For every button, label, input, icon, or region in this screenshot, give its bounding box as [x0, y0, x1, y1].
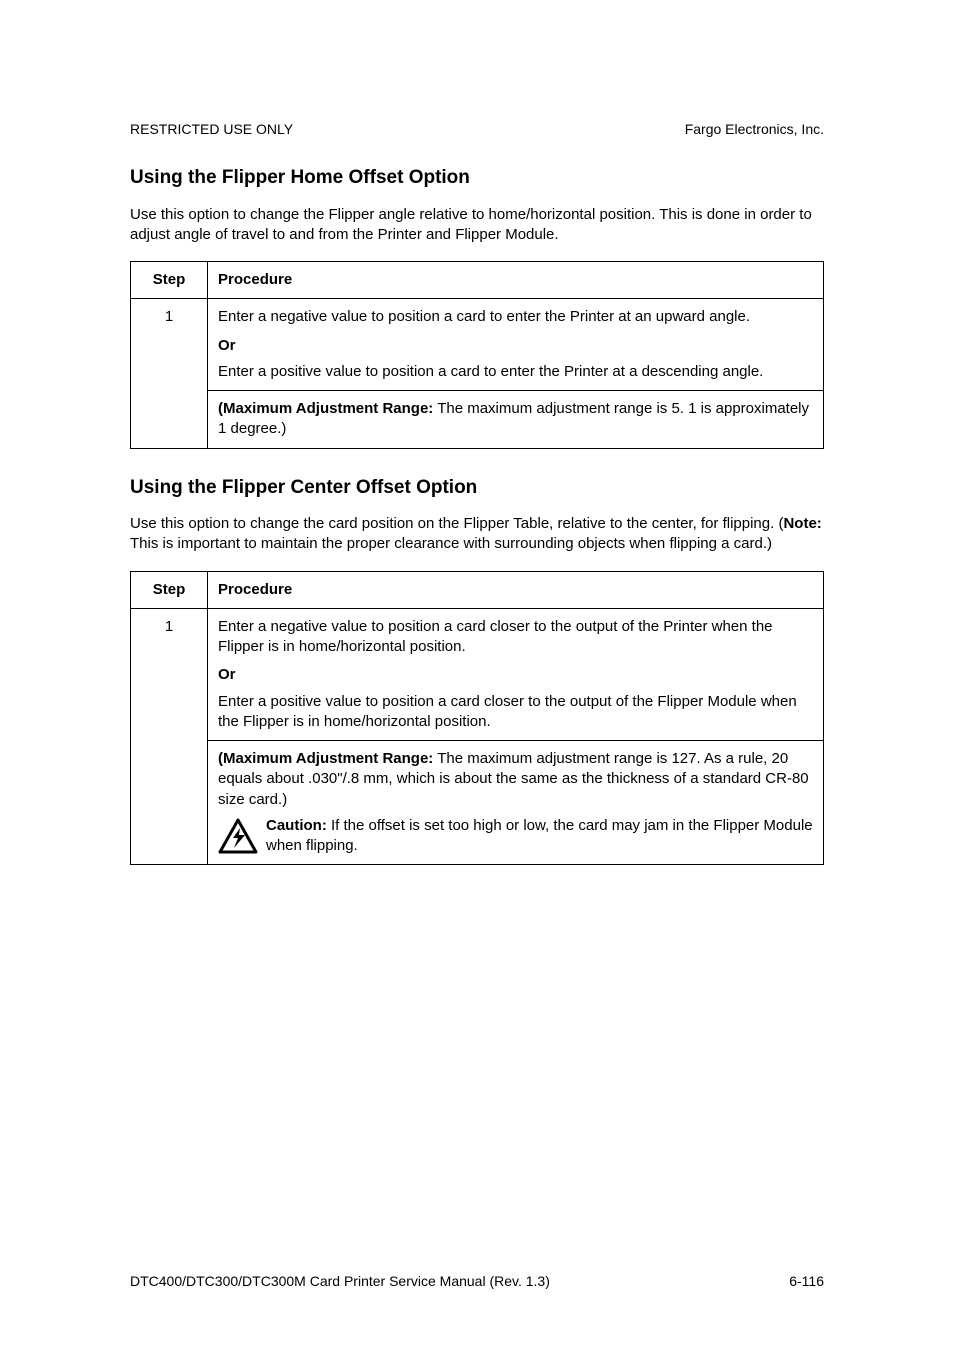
footer-left: DTC400/DTC300/DTC300M Card Printer Servi… [130, 1272, 550, 1291]
procedure-cell: Enter a negative value to position a car… [208, 608, 824, 740]
step-cell: 1 [131, 299, 208, 448]
table-row: (Maximum Adjustment Range: The maximum a… [131, 391, 824, 449]
table-row: (Maximum Adjustment Range: The maximum a… [131, 741, 824, 865]
intro-post: This is important to maintain the proper… [130, 535, 772, 552]
or-label: Or [218, 336, 813, 356]
section2-intro: Use this option to change the card posit… [130, 514, 824, 555]
caution-lightning-icon [218, 818, 258, 854]
step-cell: 1 [131, 608, 208, 865]
caution-text-wrap: Caution: If the offset is set too high o… [266, 816, 813, 857]
intro-pre: Use this option to change the card posit… [130, 515, 783, 532]
section1-table: Step Procedure 1 Enter a negative value … [130, 261, 824, 449]
caution-block: Caution: If the offset is set too high o… [218, 816, 813, 857]
section1-title: Using the Flipper Home Offset Option [130, 165, 824, 191]
header-right: Fargo Electronics, Inc. [685, 120, 824, 139]
proc-text-1: Enter a negative value to position a car… [218, 618, 773, 655]
range-cell: (Maximum Adjustment Range: The maximum a… [208, 741, 824, 865]
proc-text-2: Enter a positive value to position a car… [218, 693, 797, 730]
section2-title: Using the Flipper Center Offset Option [130, 475, 824, 501]
page-header: RESTRICTED USE ONLY Fargo Electronics, I… [130, 120, 824, 139]
proc-text-1: Enter a negative value to position a car… [218, 308, 750, 325]
header-left: RESTRICTED USE ONLY [130, 120, 293, 139]
page-footer: DTC400/DTC300/DTC300M Card Printer Servi… [130, 1272, 824, 1291]
caution-label: Caution: [266, 817, 327, 834]
footer-right: 6-116 [789, 1272, 824, 1291]
table-row: 1 Enter a negative value to position a c… [131, 299, 824, 391]
range-cell: (Maximum Adjustment Range: The maximum a… [208, 391, 824, 449]
section1-intro: Use this option to change the Flipper an… [130, 205, 824, 246]
range-label: (Maximum Adjustment Range: [218, 400, 433, 417]
or-label: Or [218, 665, 813, 685]
caution-text: If the offset is set too high or low, th… [266, 817, 813, 854]
table-head-step: Step [131, 571, 208, 608]
proc-text-2: Enter a positive value to position a car… [218, 363, 763, 380]
table-row: 1 Enter a negative value to position a c… [131, 608, 824, 740]
section2-table: Step Procedure 1 Enter a negative value … [130, 571, 824, 866]
table-head-step: Step [131, 262, 208, 299]
table-head-procedure: Procedure [208, 262, 824, 299]
page: RESTRICTED USE ONLY Fargo Electronics, I… [0, 0, 954, 1351]
procedure-cell: Enter a negative value to position a car… [208, 299, 824, 391]
table-head-procedure: Procedure [208, 571, 824, 608]
note-label: Note: [783, 515, 821, 532]
range-label: (Maximum Adjustment Range: [218, 750, 433, 767]
